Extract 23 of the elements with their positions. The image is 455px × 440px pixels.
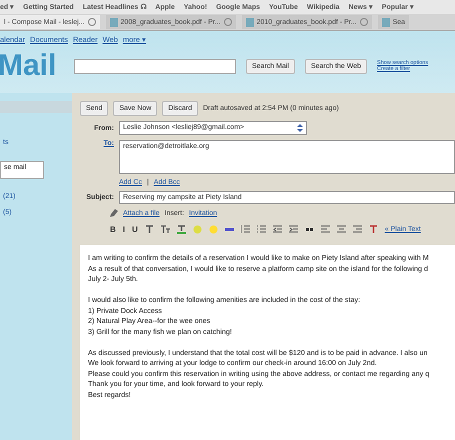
search-field[interactable] xyxy=(74,58,236,74)
remove-formatting-icon[interactable] xyxy=(368,224,378,234)
format-button[interactable]: B xyxy=(110,224,116,234)
indent-more-icon[interactable] xyxy=(288,224,298,234)
align-right-icon[interactable] xyxy=(352,224,362,234)
text-size-icon[interactable] xyxy=(160,224,170,234)
document-icon xyxy=(246,18,254,26)
format-button[interactable]: I xyxy=(122,224,126,234)
format-button[interactable]: U xyxy=(132,224,138,234)
close-icon[interactable] xyxy=(88,18,96,26)
align-left-icon[interactable] xyxy=(320,224,330,234)
align-center-icon[interactable] xyxy=(336,224,346,234)
text-color-icon[interactable] xyxy=(176,224,186,234)
indent-less-icon[interactable] xyxy=(272,224,282,234)
sidebar-highlight xyxy=(0,101,72,113)
font-icon[interactable] xyxy=(144,224,154,234)
document-icon xyxy=(382,18,390,26)
select-arrows-icon xyxy=(297,124,303,132)
document-icon xyxy=(110,18,118,26)
pencil-icon xyxy=(110,209,118,217)
bulleted-list-icon[interactable] xyxy=(256,224,266,234)
numbered-list-icon[interactable] xyxy=(240,224,250,234)
mail-logo: Mail xyxy=(0,49,58,83)
